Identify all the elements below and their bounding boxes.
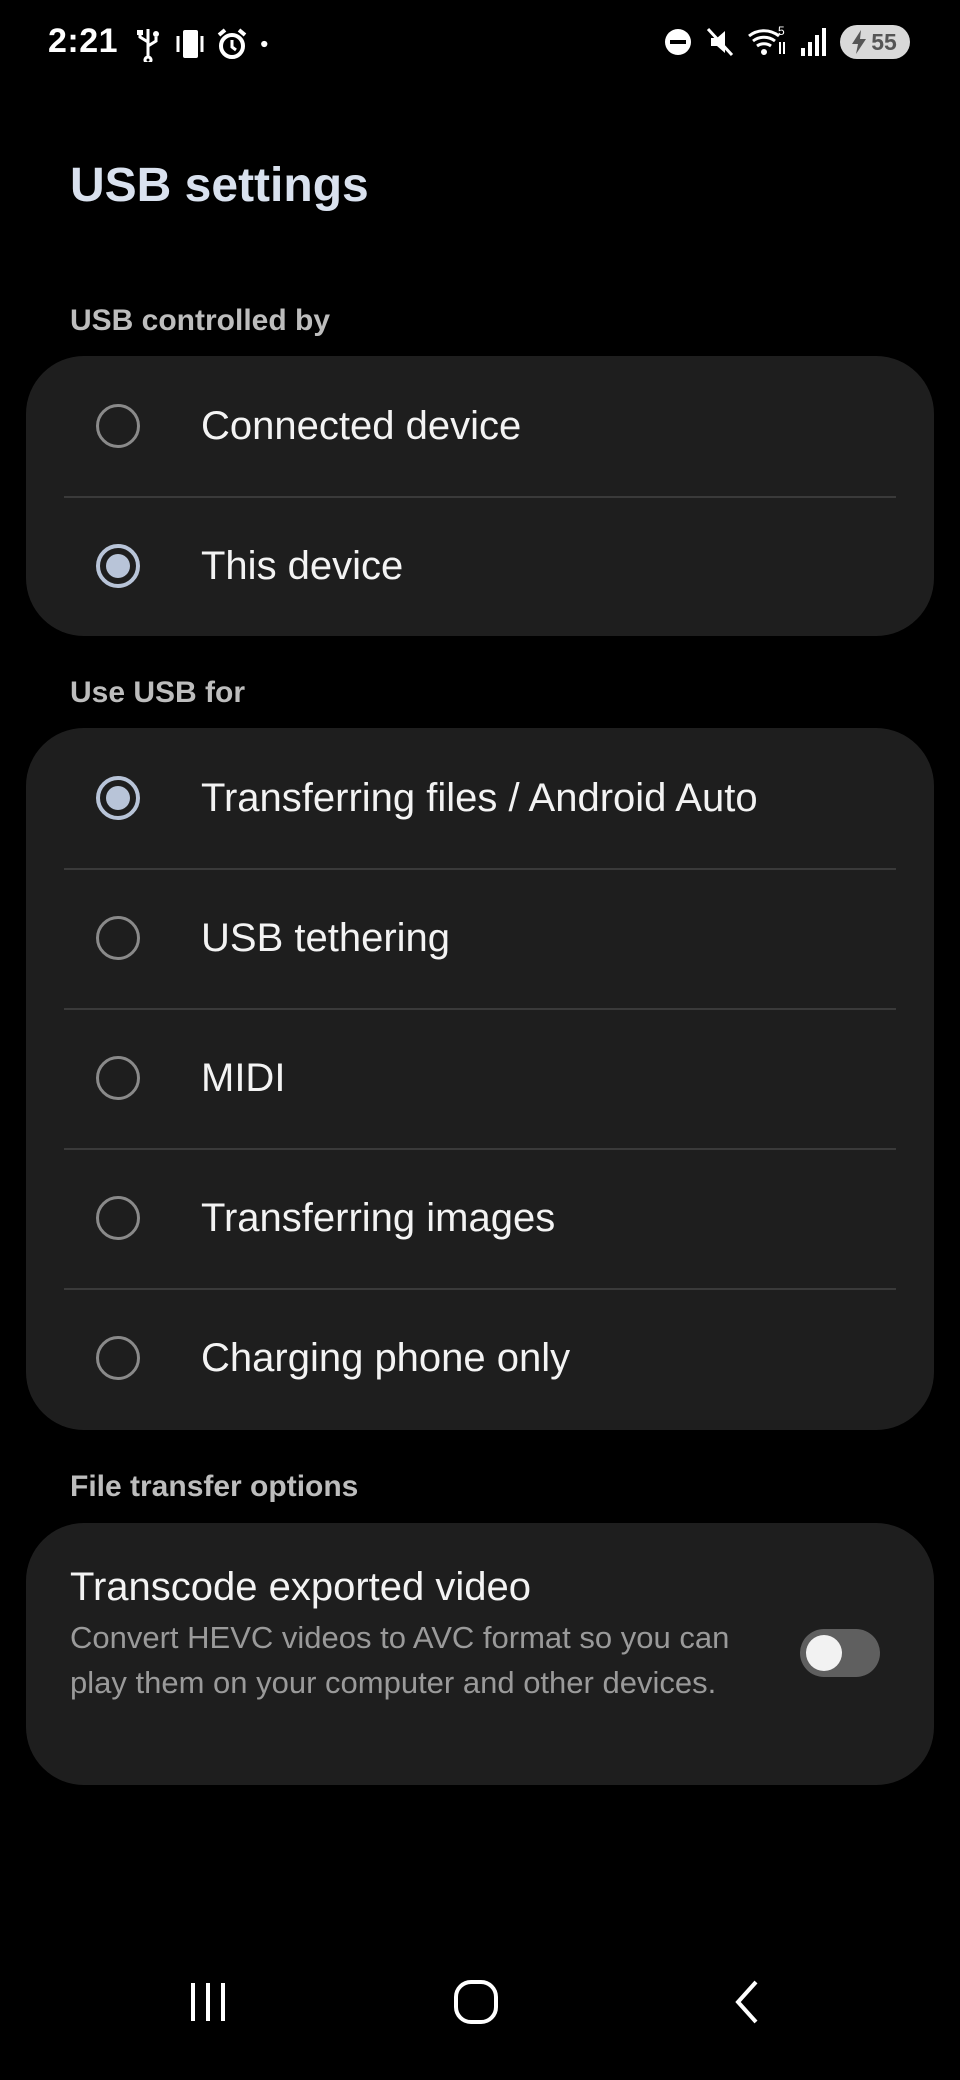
page-title: USB settings [70, 159, 369, 212]
vibrate-icon [176, 30, 204, 58]
toggle-knob [806, 1635, 842, 1671]
section-label-controlled-by: USB controlled by [70, 304, 331, 337]
status-right-icons: 5 55 [662, 24, 910, 60]
navigation-bar [0, 1960, 960, 2080]
battery-level: 55 [871, 28, 897, 55]
radio-button[interactable] [96, 1056, 140, 1100]
status-bar: 2:21 5 55 [0, 0, 960, 90]
recents-icon [191, 1983, 225, 2021]
radio-option-midi[interactable]: MIDI [26, 1008, 934, 1148]
alarm-icon [217, 28, 247, 59]
radio-button-selected[interactable] [96, 776, 140, 820]
status-left-icons [132, 26, 278, 62]
option-label: USB tethering [201, 915, 451, 960]
section-label-use-usb-for: Use USB for [70, 676, 246, 709]
signal-icon [801, 28, 826, 56]
dot-icon [261, 40, 268, 48]
recents-button[interactable] [168, 1962, 248, 2042]
home-icon [454, 1980, 498, 2024]
do-not-disturb-icon [665, 29, 691, 55]
radio-option-transferring-images[interactable]: Transferring images [26, 1148, 934, 1288]
usb-icon [137, 29, 159, 62]
option-label: This device [201, 543, 404, 588]
radio-option-this-device[interactable]: This device [26, 496, 934, 636]
section-label-file-transfer: File transfer options [70, 1470, 359, 1503]
radio-option-usb-tethering[interactable]: USB tethering [26, 868, 934, 1008]
radio-button[interactable] [96, 1336, 140, 1380]
transcode-video-setting[interactable]: Transcode exported video Convert HEVC vi… [26, 1523, 934, 1785]
setting-description: Convert HEVC videos to AVC format so you… [70, 1620, 730, 1700]
status-time: 2:21 [48, 22, 119, 60]
radio-button[interactable] [96, 1196, 140, 1240]
controlled-by-card: Connected device This device [26, 356, 934, 636]
setting-title: Transcode exported video [70, 1565, 532, 1609]
radio-button[interactable] [96, 916, 140, 960]
option-label: Transferring files / Android Auto [201, 775, 758, 820]
radio-option-charging-only[interactable]: Charging phone only [26, 1288, 934, 1428]
option-label: Transferring images [201, 1195, 556, 1240]
svg-text:5: 5 [778, 24, 785, 38]
home-button[interactable] [436, 1962, 516, 2042]
option-label: Charging phone only [201, 1335, 571, 1380]
transcode-toggle[interactable] [800, 1629, 880, 1677]
option-label: Connected device [201, 403, 522, 448]
option-label: MIDI [201, 1055, 286, 1100]
mute-icon [706, 27, 734, 57]
back-button[interactable] [706, 1962, 786, 2042]
back-icon [735, 1980, 758, 2024]
battery-charging-icon: 55 [840, 25, 910, 59]
radio-button-selected[interactable] [96, 544, 140, 588]
use-usb-for-card: Transferring files / Android Auto USB te… [26, 728, 934, 1430]
radio-option-connected-device[interactable]: Connected device [26, 356, 934, 496]
wifi-icon: 5 [748, 24, 785, 55]
radio-button[interactable] [96, 404, 140, 448]
radio-option-transferring-files[interactable]: Transferring files / Android Auto [26, 728, 934, 868]
